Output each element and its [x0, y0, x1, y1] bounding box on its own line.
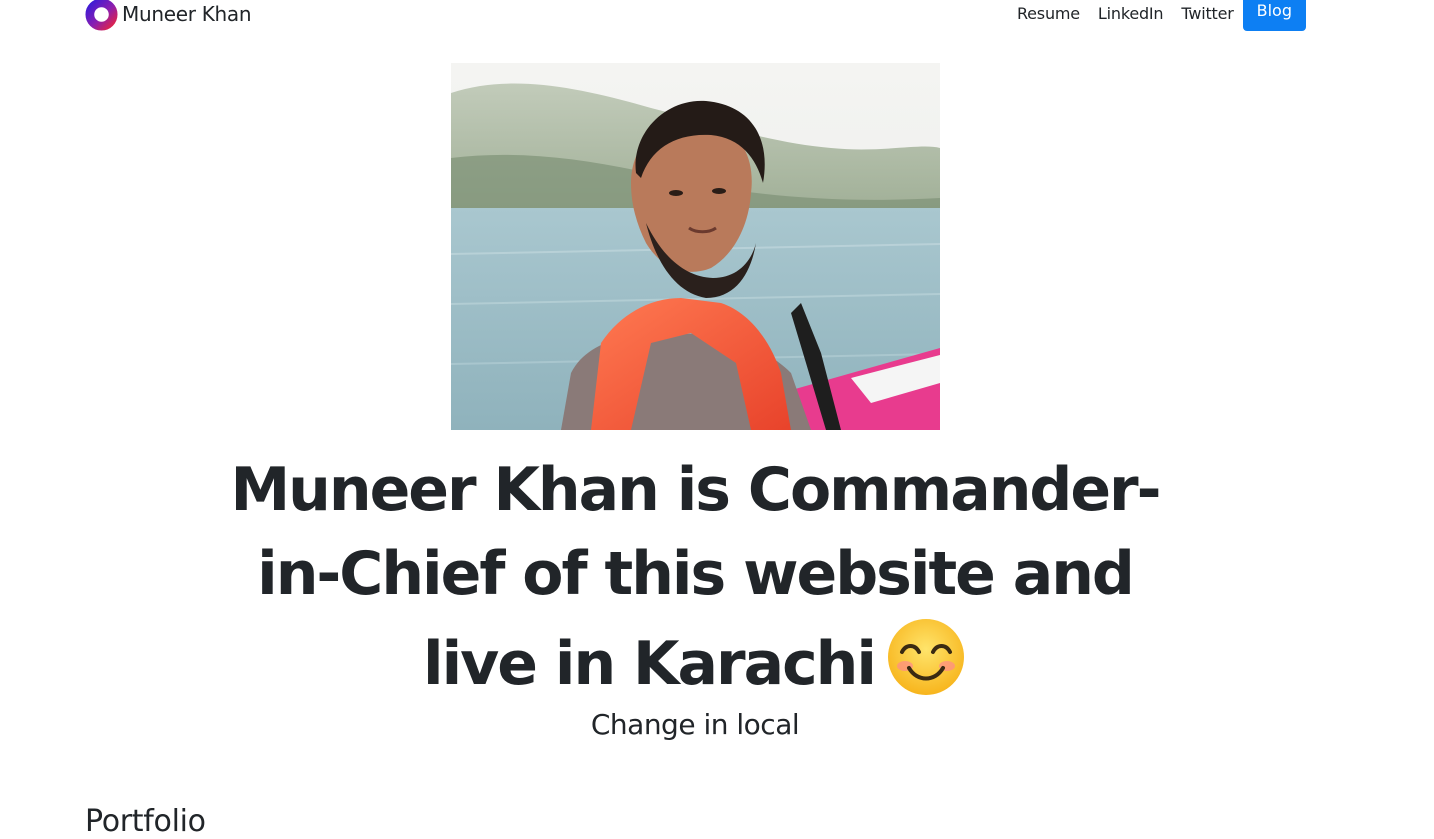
nav-link-resume[interactable]: Resume: [1017, 4, 1080, 23]
brand-name: Muneer Khan: [122, 2, 252, 26]
headline-line-2: in-Chief of this website and: [257, 539, 1135, 609]
hero-headline: Muneer Khan is Commander- in-Chief of th…: [200, 448, 1190, 706]
profile-photo: [451, 63, 940, 430]
top-navbar: Muneer Khan Resume LinkedIn Twitter Blog: [0, 0, 1434, 34]
brand-logo-icon: [85, 0, 118, 31]
nav-link-twitter[interactable]: Twitter: [1181, 4, 1233, 23]
nav-links: Resume LinkedIn Twitter Blog: [999, 0, 1306, 34]
smiling-face-emoji-icon: [887, 619, 964, 695]
brand-link[interactable]: Muneer Khan: [85, 0, 252, 31]
headline-line-1: Muneer Khan is Commander-: [230, 455, 1161, 525]
headline-line-3: live in Karachi: [423, 629, 877, 699]
nav-blog-button[interactable]: Blog: [1242, 0, 1306, 31]
headline-line-3-wrap: live in Karachi: [200, 616, 1190, 706]
nav-link-linkedin[interactable]: LinkedIn: [1098, 4, 1164, 23]
hero-subtitle: Change in local: [590, 708, 800, 741]
